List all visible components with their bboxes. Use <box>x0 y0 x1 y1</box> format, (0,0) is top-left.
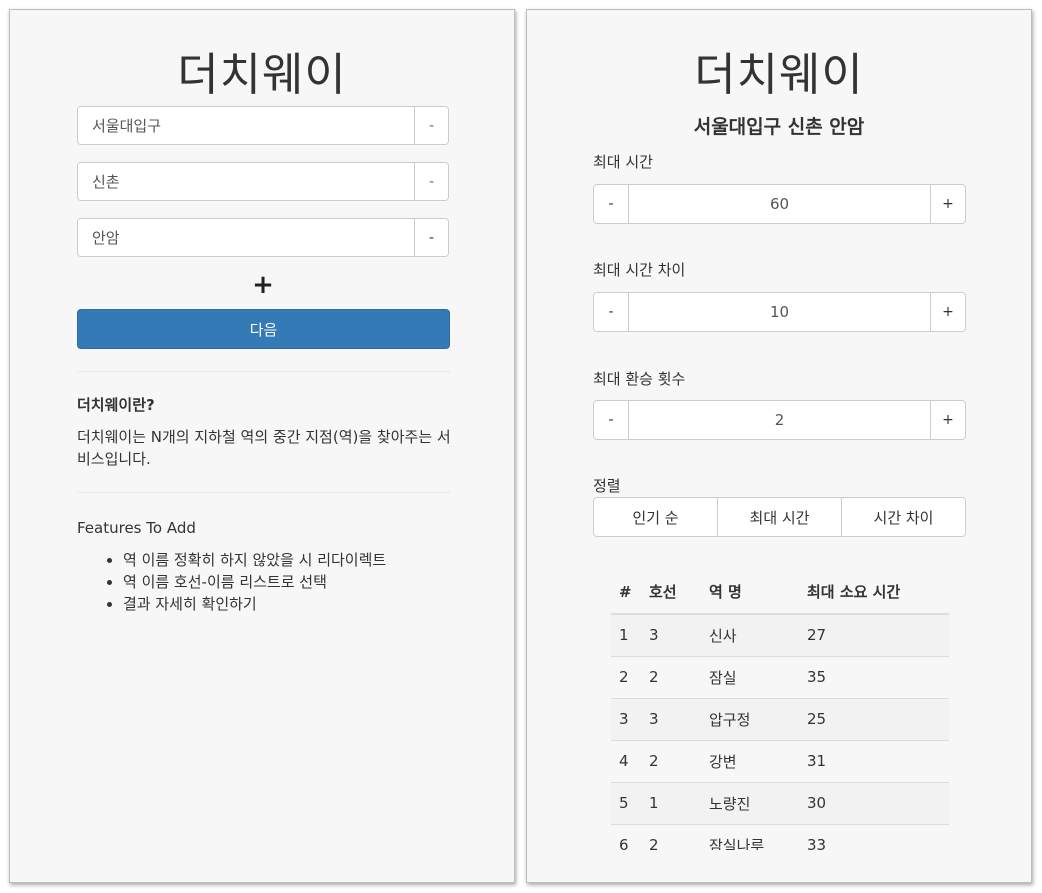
table-row[interactable]: 1 3 신사 27 <box>611 613 949 656</box>
max-time-label: 최대 시간 <box>593 153 653 171</box>
list-item: 역 이름 정확히 하지 않았을 시 리다이렉트 <box>107 549 386 571</box>
remove-station-button[interactable]: - <box>414 163 448 200</box>
column-header: 역 명 <box>701 570 799 615</box>
station-input-group-1: - <box>77 106 449 145</box>
stations-heading: 서울대입구 신촌 안암 <box>693 116 865 138</box>
station-input[interactable] <box>78 163 414 200</box>
decrement-button[interactable]: - <box>594 293 629 331</box>
max-time-diff-value[interactable]: 10 <box>629 293 930 331</box>
column-header: 호선 <box>641 570 701 615</box>
results-table: # 호선 역 명 최대 소요 시간 1 3 신사 27 2 2 잠실 35 3 … <box>611 570 949 850</box>
results-panel: 더치웨이 서울대입구 신촌 안암 최대 시간 - 60 + 최대 시간 차이 -… <box>526 9 1032 883</box>
decrement-button[interactable]: - <box>594 401 629 439</box>
station-input-group-3: - <box>77 218 449 257</box>
app-title: 더치웨이 <box>177 48 347 101</box>
column-header: 최대 소요 시간 <box>799 570 949 615</box>
search-panel: 더치웨이 - - - + 다음 더치웨이란? 더치웨이는 N개의 지하철 역의 … <box>9 9 515 883</box>
list-item: 역 이름 호선-이름 리스트로 선택 <box>107 571 386 593</box>
table-row[interactable]: 5 1 노량진 30 <box>611 781 949 824</box>
max-time-diff-stepper: - 10 + <box>593 292 966 332</box>
table-cell: 33 <box>799 823 949 850</box>
table-cell: 강변 <box>701 739 799 782</box>
table-row[interactable]: 4 2 강변 31 <box>611 739 949 782</box>
max-time-value[interactable]: 60 <box>629 185 930 223</box>
table-cell: 노량진 <box>701 781 799 824</box>
table-cell: 4 <box>611 739 641 782</box>
table-cell: 2 <box>641 739 701 782</box>
table-cell: 27 <box>799 613 949 656</box>
table-cell: 잠실 <box>701 655 799 698</box>
next-button[interactable]: 다음 <box>77 309 450 349</box>
results-scroll-area[interactable]: 더치웨이 서울대입구 신촌 안암 최대 시간 - 60 + 최대 시간 차이 -… <box>527 10 1031 850</box>
max-transfers-value[interactable]: 2 <box>629 401 930 439</box>
divider <box>77 371 450 372</box>
add-station-button[interactable]: + <box>250 272 276 298</box>
decrement-button[interactable]: - <box>594 185 629 223</box>
table-header-row: # 호선 역 명 최대 소요 시간 <box>611 570 949 615</box>
features-list: 역 이름 정확히 하지 않았을 시 리다이렉트 역 이름 호선-이름 리스트로 … <box>107 549 386 615</box>
table-cell: 25 <box>799 697 949 740</box>
increment-button[interactable]: + <box>930 185 965 223</box>
table-row[interactable]: 6 2 잠실나루 33 <box>611 823 949 850</box>
increment-button[interactable]: + <box>930 401 965 439</box>
sort-max-time-button[interactable]: 최대 시간 <box>717 498 841 536</box>
increment-button[interactable]: + <box>930 293 965 331</box>
remove-station-button[interactable]: - <box>414 219 448 256</box>
table-cell: 31 <box>799 739 949 782</box>
max-transfers-label: 최대 환승 횟수 <box>593 370 686 388</box>
column-header: # <box>611 570 641 615</box>
table-cell: 35 <box>799 655 949 698</box>
table-cell: 6 <box>611 823 641 850</box>
app-title: 더치웨이 <box>694 48 864 101</box>
about-title: 더치웨이란? <box>77 396 155 414</box>
features-title: Features To Add <box>77 519 196 537</box>
list-item: 결과 자세히 확인하기 <box>107 593 386 615</box>
table-cell: 2 <box>641 655 701 698</box>
table-cell: 1 <box>611 613 641 656</box>
max-time-stepper: - 60 + <box>593 184 966 224</box>
sort-label: 정렬 <box>593 477 621 495</box>
max-transfers-stepper: - 2 + <box>593 400 966 440</box>
table-cell: 신사 <box>701 613 799 656</box>
divider <box>77 492 450 493</box>
table-cell: 2 <box>641 823 701 850</box>
table-cell: 잠실나루 <box>701 823 799 850</box>
table-cell: 3 <box>641 697 701 740</box>
sort-button-group: 인기 순 최대 시간 시간 차이 <box>593 497 966 537</box>
table-cell: 2 <box>611 655 641 698</box>
sort-time-diff-button[interactable]: 시간 차이 <box>841 498 965 536</box>
table-cell: 1 <box>641 781 701 824</box>
table-row[interactable]: 2 2 잠실 35 <box>611 655 949 698</box>
remove-station-button[interactable]: - <box>414 107 448 144</box>
station-input[interactable] <box>78 107 414 144</box>
table-cell: 압구정 <box>701 697 799 740</box>
table-cell: 3 <box>611 697 641 740</box>
table-cell: 5 <box>611 781 641 824</box>
table-cell: 30 <box>799 781 949 824</box>
station-input-group-2: - <box>77 162 449 201</box>
table-row[interactable]: 3 3 압구정 25 <box>611 697 949 740</box>
table-cell: 3 <box>641 613 701 656</box>
about-description: 더치웨이는 N개의 지하철 역의 중간 지점(역)을 찾아주는 서비스입니다. <box>77 428 451 468</box>
sort-popularity-button[interactable]: 인기 순 <box>594 498 717 536</box>
station-input[interactable] <box>78 219 414 256</box>
max-time-diff-label: 최대 시간 차이 <box>593 261 686 279</box>
